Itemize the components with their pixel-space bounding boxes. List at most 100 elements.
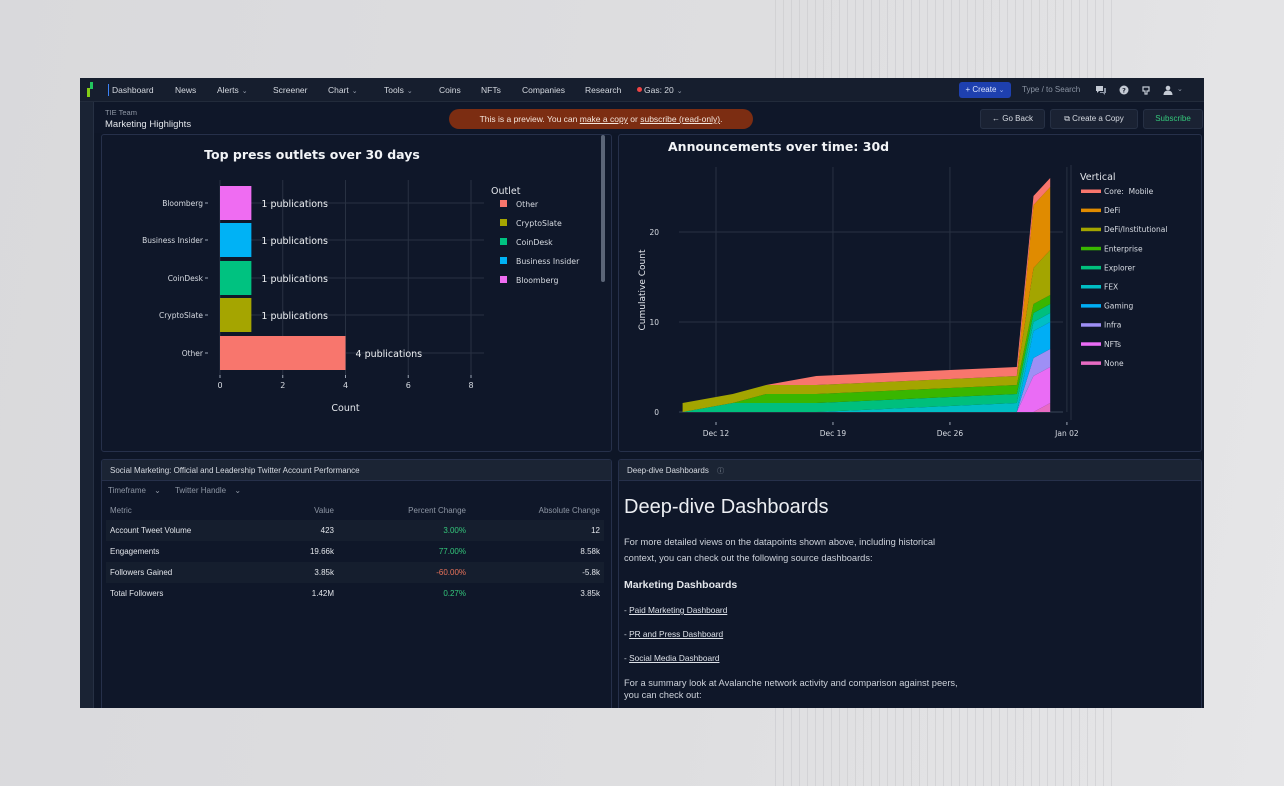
panel-header: Deep-dive Dashboards ⓘ xyxy=(619,460,1201,481)
absolute-change-cell: -5.8k xyxy=(470,562,604,583)
nav-item-coins[interactable]: Coins xyxy=(439,85,461,95)
legend-item[interactable]: Core: Mobile xyxy=(1104,187,1154,196)
bar-data-label: 1 publications xyxy=(261,311,328,322)
bar-data-label: 1 publications xyxy=(261,236,328,247)
nav-item-research[interactable]: Research xyxy=(585,85,621,95)
banner-text: . xyxy=(720,114,723,124)
legend-swatch xyxy=(500,200,507,207)
twitter-handle-filter[interactable]: Twitter Handle ⌄ xyxy=(175,486,247,495)
nav-item-tools[interactable]: Tools ⌄ xyxy=(384,85,413,95)
bar-other[interactable] xyxy=(220,336,346,370)
user-icon[interactable] xyxy=(1162,84,1174,96)
paid-marketing-link[interactable]: Paid Marketing Dashboard xyxy=(629,605,727,615)
nav-item-label: Companies xyxy=(522,85,565,95)
legend-item[interactable]: FEX xyxy=(1104,283,1118,292)
legend-item[interactable]: None xyxy=(1104,359,1124,368)
help-icon[interactable]: ? xyxy=(1118,84,1130,96)
table-row: Account Tweet Volume 423 3.00% 12 xyxy=(106,520,604,541)
legend-swatch xyxy=(1081,285,1101,289)
y-tick-label: 20 xyxy=(649,228,659,237)
legend-item[interactable]: NFTs xyxy=(1104,340,1121,349)
column-header[interactable]: Value xyxy=(238,501,338,520)
x-tick-label: Dec 26 xyxy=(937,429,964,438)
metric-cell: Account Tweet Volume xyxy=(106,520,238,541)
social-media-link[interactable]: Social Media Dashboard xyxy=(629,653,719,663)
metric-cell: Engagements xyxy=(110,547,160,556)
bar-bloomberg[interactable] xyxy=(220,186,252,220)
legend-item[interactable]: Infra xyxy=(1104,321,1121,330)
create-copy-button[interactable]: ⧉ Create a Copy xyxy=(1050,109,1138,129)
legend-item[interactable]: Explorer xyxy=(1104,263,1136,272)
nav-item-alerts[interactable]: Alerts ⌄ xyxy=(217,85,248,95)
user-menu-chevron-icon[interactable]: ⌄ xyxy=(1177,85,1183,93)
nav-item-dashboard[interactable]: Dashboard xyxy=(112,85,154,95)
subscribe-label: Subscribe xyxy=(1155,114,1191,123)
app-window: Dashboard News Alerts ⌄ Screener Chart ⌄ Tools ⌄… xyxy=(80,78,1204,708)
legend-item[interactable]: Other xyxy=(516,200,539,209)
doc-intro: For more detailed views on the datapoint… xyxy=(624,537,936,563)
legend-item[interactable]: Bloomberg xyxy=(516,276,558,285)
table-row: Engagements 19.66k 77.00% 8.58k xyxy=(106,541,604,562)
nav-item-label: Chart xyxy=(328,85,349,95)
markdown-content: Deep-dive Dashboards For more detailed v… xyxy=(619,496,1201,701)
chat-icon[interactable] xyxy=(1095,84,1107,96)
bar-cryptoslate[interactable] xyxy=(220,298,252,332)
legend-swatch xyxy=(500,257,507,264)
legend-item[interactable]: CryptoSlate xyxy=(516,219,562,228)
sidebar-collapsed[interactable] xyxy=(80,102,94,708)
panel-scrollbar[interactable] xyxy=(601,135,605,282)
y-tick-label: CryptoSlate xyxy=(159,311,203,320)
chevron-down-icon: ⌄ xyxy=(676,88,683,95)
legend-swatch xyxy=(1081,246,1101,251)
percent-change-cell: 3.00% xyxy=(338,520,470,541)
timeframe-filter[interactable]: Timeframe ⌄ xyxy=(108,486,167,495)
bar-coindesk[interactable] xyxy=(220,261,252,295)
nav-item-chart[interactable]: Chart ⌄ xyxy=(328,85,358,95)
search-input[interactable]: Type / to Search xyxy=(1022,85,1080,94)
x-tick-label: Dec 12 xyxy=(703,429,730,438)
column-header[interactable]: Metric xyxy=(106,501,238,520)
pr-press-link[interactable]: PR and Press Dashboard xyxy=(629,629,723,639)
create-label: + Create xyxy=(965,85,997,94)
create-button[interactable]: + Create ⌄ xyxy=(959,82,1011,98)
legend-item[interactable]: CoinDesk xyxy=(516,238,553,247)
nav-item-companies[interactable]: Companies xyxy=(522,85,565,95)
chart-title: Top press outlets over 30 days xyxy=(204,147,420,162)
doc-outro: For a summary look at Avalanche network … xyxy=(624,678,958,700)
legend-item[interactable]: DeFi/Institutional xyxy=(1104,225,1167,234)
make-copy-link[interactable]: make a copy xyxy=(580,114,628,124)
nav-item-nfts[interactable]: NFTs xyxy=(481,85,501,95)
chevron-down-icon: ⌄ xyxy=(406,88,413,95)
list-item: - Social Media Dashboard xyxy=(624,653,720,663)
legend-swatch xyxy=(1081,189,1101,193)
logo-icon[interactable] xyxy=(86,82,94,98)
legend-item[interactable]: DeFi xyxy=(1104,206,1120,215)
page-title: Marketing Highlights xyxy=(105,119,192,130)
legend-item[interactable]: Enterprise xyxy=(1104,244,1143,253)
press-outlets-panel: Top press outlets over 30 days 0 2 4 6 8 Bloom… xyxy=(101,134,612,452)
legend-item[interactable]: Business Insider xyxy=(516,257,580,266)
metric-cell: Followers Gained xyxy=(106,562,238,583)
legend-item[interactable]: Gaming xyxy=(1104,302,1134,311)
nav-item-label: NFTs xyxy=(481,85,501,95)
chevron-down-icon: ⌄ xyxy=(154,486,161,495)
press-outlets-chart: Top press outlets over 30 days 0 2 4 6 8 Bloom… xyxy=(142,147,580,414)
column-header[interactable]: Absolute Change xyxy=(470,501,604,520)
bar-business-insider[interactable] xyxy=(220,223,252,257)
go-back-button[interactable]: ← Go Back xyxy=(980,109,1045,129)
gas-indicator[interactable]: Gas: 20 ⌄ xyxy=(637,85,683,95)
banner-text: This is a preview. You can xyxy=(479,114,580,124)
announcement-icon[interactable] xyxy=(1140,84,1152,96)
team-name: TIE Team xyxy=(105,108,137,117)
chevron-down-icon: ⌄ xyxy=(234,486,242,495)
chevron-down-icon: ⌄ xyxy=(241,88,248,95)
preview-banner: This is a preview. You can make a copy o… xyxy=(449,109,753,129)
x-tick-label: 4 xyxy=(343,381,348,390)
subscribe-link[interactable]: subscribe (read-only) xyxy=(640,114,720,124)
nav-item-screener[interactable]: Screener xyxy=(273,85,308,95)
nav-item-news[interactable]: News xyxy=(175,85,196,95)
area-core-mobile[interactable] xyxy=(682,178,1051,403)
column-header[interactable]: Percent Change xyxy=(338,501,470,520)
subscribe-button[interactable]: Subscribe xyxy=(1143,109,1203,129)
info-icon[interactable]: ⓘ xyxy=(717,468,724,475)
